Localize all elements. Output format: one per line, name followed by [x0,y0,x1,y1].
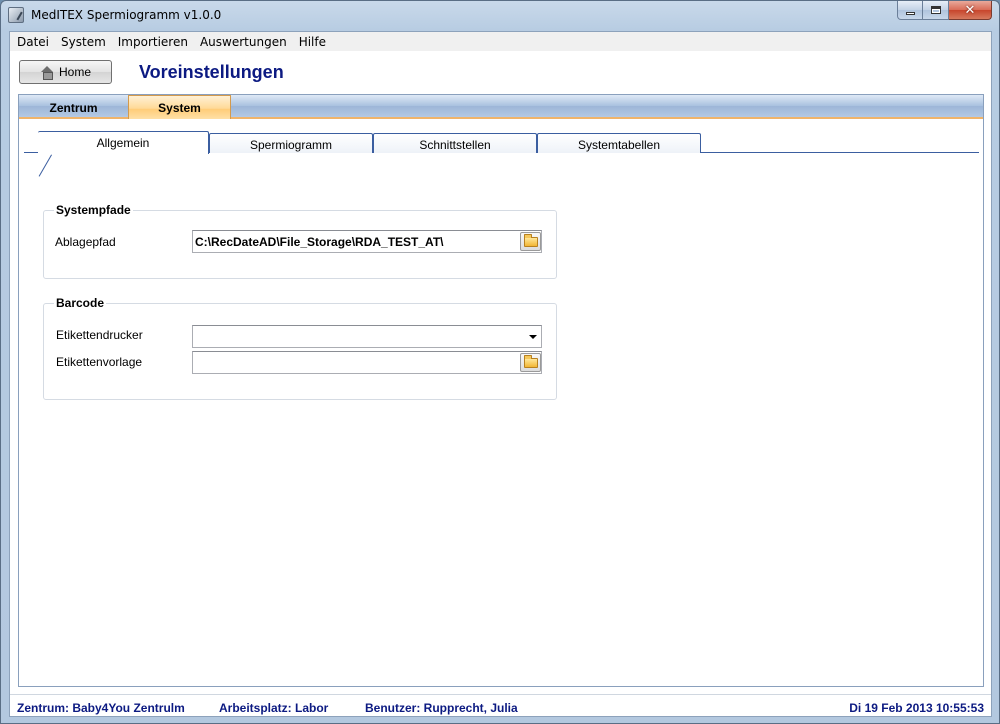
home-button-label: Home [58,65,91,79]
systempfade-title: Systempfade [54,203,133,217]
etikettendrucker-label: Etikettendrucker [56,328,143,342]
home-button[interactable]: Home [19,60,112,84]
folder-icon [523,354,538,368]
maximize-icon [930,6,941,14]
menu-item-hilfe[interactable]: Hilfe [293,32,332,51]
settings-panel: Zentrum System Allgemein Spermiogramm Sc… [18,94,984,687]
client-area: Datei System Importieren Auswertungen Hi… [9,31,992,717]
title-bar[interactable]: MedITEX Spermiogramm v1.0.0 ✕ [1,1,999,31]
etikettenvorlage-field[interactable] [192,351,542,374]
status-bar: Zentrum: Baby4You Zentrulm Arbeitsplatz:… [10,694,991,716]
maximize-button[interactable] [923,1,949,20]
app-window: MedITEX Spermiogramm v1.0.0 ✕ Datei Syst… [0,0,1000,724]
menu-item-auswertungen[interactable]: Auswertungen [194,32,293,51]
tab-system[interactable]: System [128,95,231,119]
tab-allgemein[interactable]: Allgemein [38,131,209,154]
window-controls: ✕ [897,1,992,20]
status-zentrum: Zentrum: Baby4You Zentrulm [17,701,185,715]
ablagepfad-field[interactable]: C:\RecDateAD\File_Storage\RDA_TEST_AT\ [192,230,542,253]
barcode-group: Barcode Etikettendrucker Etikettenvorlag… [43,296,557,400]
close-button[interactable]: ✕ [949,1,992,20]
menu-item-importieren[interactable]: Importieren [112,32,194,51]
house-icon [40,65,54,80]
outer-tab-strip: Zentrum System [19,95,983,119]
minimize-icon [905,11,915,15]
status-benutzer: Benutzer: Rupprecht, Julia [365,701,518,715]
page-title: Voreinstellungen [139,62,284,82]
folder-icon [523,233,538,247]
ablagepfad-browse-button[interactable] [520,232,541,251]
chevron-down-icon [529,335,537,339]
tab-systemtabellen[interactable]: Systemtabellen [537,133,701,153]
etikettendrucker-select[interactable] [192,325,542,348]
menu-item-system[interactable]: System [55,32,112,51]
app-icon [8,7,24,23]
etikettenvorlage-browse-button[interactable] [520,353,541,372]
tab-spermiogramm[interactable]: Spermiogramm [209,133,373,153]
menu-bar: Datei System Importieren Auswertungen Hi… [10,32,991,51]
menu-item-datei[interactable]: Datei [11,32,55,51]
status-datetime: Di 19 Feb 2013 10:55:53 [849,701,984,715]
systempfade-group: Systempfade Ablagepfad C:\RecDateAD\File… [43,203,557,279]
ablagepfad-label: Ablagepfad [55,235,116,249]
barcode-title: Barcode [54,296,107,310]
tab-schnittstellen[interactable]: Schnittstellen [373,133,537,153]
close-icon: ✕ [964,2,976,18]
inner-tab-strip: Allgemein Spermiogramm Schnittstellen Sy… [24,131,979,154]
minimize-button[interactable] [897,1,923,20]
etikettenvorlage-label: Etikettenvorlage [56,355,143,369]
window-title: MedITEX Spermiogramm v1.0.0 [31,8,222,22]
tab-zentrum[interactable]: Zentrum [19,96,128,118]
status-arbeitsplatz: Arbeitsplatz: Labor [219,701,329,715]
